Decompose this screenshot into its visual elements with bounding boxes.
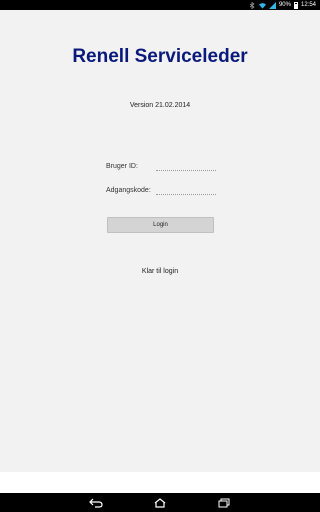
back-icon[interactable]: [88, 497, 104, 509]
status-bar: 90% 12:54: [0, 0, 320, 10]
home-icon[interactable]: [152, 497, 168, 509]
app-title: Renell Serviceleder: [72, 46, 248, 67]
signal-icon: [268, 1, 276, 9]
user-id-row: Bruger ID:: [106, 160, 216, 172]
user-id-input[interactable]: [156, 161, 216, 171]
version-text: Version 21.02.2014: [129, 102, 191, 109]
login-button[interactable]: Login: [107, 217, 214, 233]
navigation-bar: [0, 493, 320, 512]
clock: 12:54: [300, 2, 316, 8]
bottom-spacer: [0, 472, 320, 493]
login-status-text: Klar til login: [141, 268, 179, 275]
battery-icon: [293, 1, 298, 9]
app-screen: Renell Serviceleder Version 21.02.2014 B…: [0, 10, 320, 472]
password-input[interactable]: [156, 185, 216, 195]
battery-percent: 90%: [278, 2, 291, 8]
recent-apps-icon[interactable]: [216, 497, 232, 509]
wifi-icon: [258, 2, 266, 9]
password-row: Adgangskode:: [106, 184, 216, 196]
user-id-label: Bruger ID:: [106, 162, 138, 170]
password-label: Adgangskode:: [106, 186, 151, 194]
bluetooth-icon: [249, 1, 256, 9]
